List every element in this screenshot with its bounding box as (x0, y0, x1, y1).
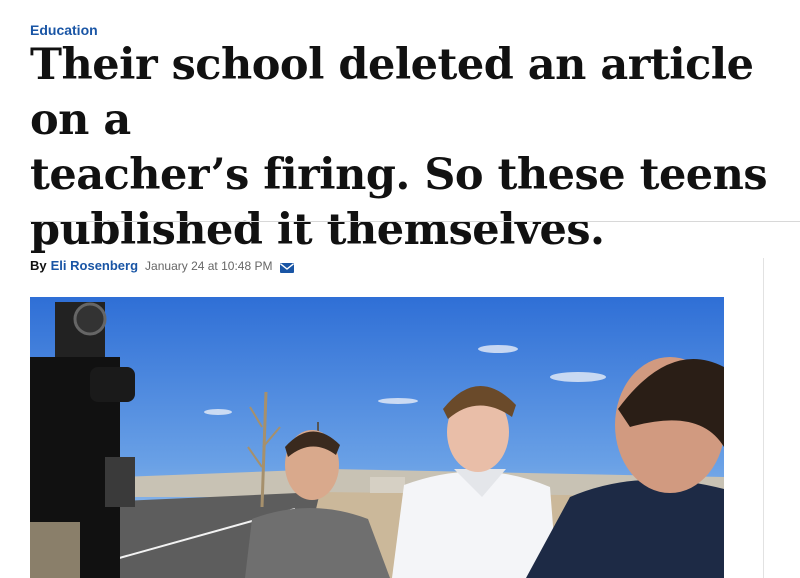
envelope-icon[interactable] (280, 261, 295, 273)
headline: Their school deleted an article on a tea… (30, 38, 790, 258)
author-link[interactable]: Eli Rosenberg (51, 258, 138, 273)
section-kicker[interactable]: Education (30, 22, 98, 38)
timestamp: January 24 at 10:48 PM (145, 258, 273, 273)
headline-line-1: Their school deleted an article on a (30, 40, 754, 145)
byline-prefix: By (30, 258, 47, 273)
building (370, 477, 405, 493)
lead-photo[interactable] (30, 297, 724, 578)
headline-line-2: teacher’s firing. So these teens (30, 150, 768, 200)
sidebar-divider (763, 258, 764, 578)
headline-line-3: published it themselves. (30, 205, 605, 255)
header-divider (30, 221, 800, 222)
byline: By Eli Rosenberg January 24 at 10:48 PM (30, 258, 295, 273)
